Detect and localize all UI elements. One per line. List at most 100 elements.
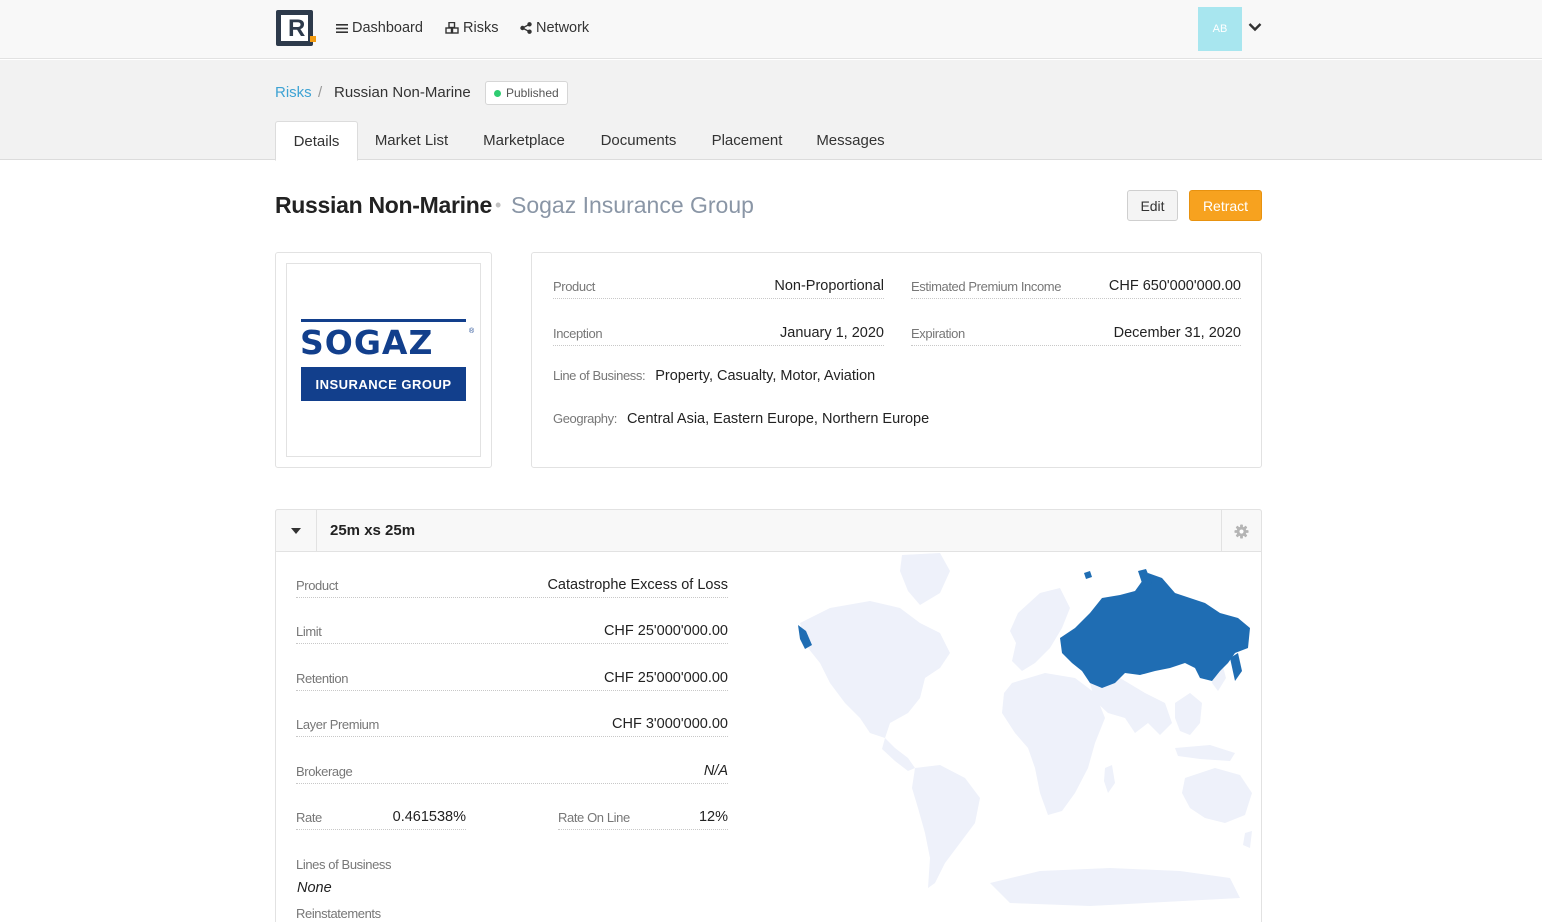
- tab-market-list[interactable]: Market List: [362, 121, 461, 160]
- app-logo-letter: R: [288, 15, 306, 42]
- map-antarctica: [990, 868, 1240, 906]
- layer-rol-value: 12%: [698, 809, 728, 825]
- layer-premium-label: Layer Premium: [296, 717, 379, 732]
- detail-geo-value: Central Asia, Eastern Europe, Northern E…: [626, 411, 930, 427]
- map-madagascar: [1104, 765, 1115, 793]
- layer-reinstatements-label: Reinstatements: [296, 906, 381, 921]
- layer-collapse-toggle[interactable]: [276, 510, 317, 552]
- coverage-world-map: [798, 553, 1252, 906]
- caret-down-icon: [291, 528, 301, 534]
- detail-inception-value: January 1, 2020: [780, 325, 884, 341]
- breadcrumb-risks-link[interactable]: Risks: [275, 84, 312, 101]
- detail-line-of-business: Line of Business: Property, Casualty, Mo…: [553, 368, 875, 384]
- app-logo[interactable]: R: [276, 10, 316, 46]
- map-australia: [1182, 768, 1252, 823]
- breadcrumb-separator: /: [318, 84, 323, 101]
- layer-brokerage-label: Brokerage: [296, 764, 353, 779]
- layer-brokerage: Brokerage N/A: [296, 760, 728, 784]
- detail-geography: Geography: Central Asia, Eastern Europe,…: [553, 411, 929, 427]
- app-logo-accent: [310, 36, 316, 42]
- gear-icon: [1234, 523, 1249, 539]
- map-north-america: [800, 601, 950, 738]
- nav-risks[interactable]: Risks: [445, 20, 498, 36]
- layer-product-value: Catastrophe Excess of Loss: [547, 577, 728, 593]
- nav-dashboard[interactable]: Dashboard: [336, 20, 423, 36]
- retract-button[interactable]: Retract: [1189, 190, 1262, 221]
- detail-lob-label: Line of Business:: [553, 368, 646, 383]
- page-title: Russian Non-Marine: [275, 192, 492, 218]
- layer-settings-button[interactable]: [1221, 510, 1261, 552]
- map-arctic-islands: [1084, 571, 1092, 579]
- layer-rate-label: Rate: [296, 810, 322, 825]
- map-kamchatka: [1230, 653, 1242, 681]
- map-africa: [1002, 673, 1105, 815]
- cubes-icon: [445, 22, 459, 34]
- layer-rol-label: Rate On Line: [558, 810, 630, 825]
- status-dot-icon: [494, 89, 501, 97]
- title-separator: •: [495, 195, 502, 215]
- layer-rate-on-line: Rate On Line 12%: [558, 806, 728, 830]
- tab-placement[interactable]: Placement: [700, 121, 794, 160]
- layer-product: Product Catastrophe Excess of Loss: [296, 574, 728, 598]
- status-badge-label: Published: [506, 86, 559, 100]
- nav-network[interactable]: Network: [520, 20, 589, 36]
- share-icon: [520, 22, 532, 34]
- map-greenland: [900, 553, 950, 605]
- tab-details[interactable]: Details: [275, 121, 358, 161]
- nav-dashboard-label: Dashboard: [352, 20, 423, 36]
- layer-retention: Retention CHF 25'000'000.00: [296, 667, 728, 691]
- tab-messages[interactable]: Messages: [806, 121, 895, 160]
- layer-rate: Rate 0.461538%: [296, 806, 466, 830]
- layer-premium-value: CHF 3'000'000.00: [612, 716, 728, 732]
- layer-limit-value: CHF 25'000'000.00: [603, 623, 728, 639]
- detail-epi-label: Estimated Premium Income: [911, 279, 1062, 294]
- detail-product: Product Non-Proportional: [553, 275, 884, 299]
- layer-product-label: Product: [296, 578, 339, 593]
- cedent-name: Sogaz Insurance Group: [511, 192, 754, 218]
- detail-product-label: Product: [553, 279, 596, 294]
- chevron-down-icon[interactable]: [1248, 22, 1262, 32]
- detail-epi: Estimated Premium Income CHF 650'000'000…: [911, 275, 1241, 299]
- detail-lob-value: Property, Casualty, Motor, Aviation: [655, 368, 876, 384]
- map-europe: [1010, 588, 1070, 671]
- layer-premium: Layer Premium CHF 3'000'000.00: [296, 713, 728, 737]
- nav-network-label: Network: [536, 20, 590, 36]
- sogaz-logo-rule: [301, 319, 466, 322]
- sogaz-logo-wordmark: SOGAZ: [300, 323, 434, 362]
- detail-geo-label: Geography:: [553, 411, 617, 426]
- layer-lines-value: None: [297, 880, 332, 896]
- tab-marketplace[interactable]: Marketplace: [470, 121, 578, 160]
- top-navbar: [0, 0, 1542, 59]
- detail-expiration-label: Expiration: [911, 326, 965, 341]
- map-central-america: [882, 738, 915, 771]
- layer-retention-label: Retention: [296, 671, 349, 686]
- menu-icon: [336, 23, 348, 33]
- layer-limit: Limit CHF 25'000'000.00: [296, 620, 728, 644]
- sogaz-logo-tagline: INSURANCE GROUP: [301, 367, 466, 401]
- map-south-america: [912, 765, 980, 888]
- layer-retention-value: CHF 25'000'000.00: [603, 670, 728, 686]
- detail-inception: Inception January 1, 2020: [553, 322, 884, 346]
- edit-button[interactable]: Edit: [1127, 190, 1178, 221]
- layer-panel-header: [275, 509, 1262, 552]
- map-southeast-asia: [1175, 693, 1202, 735]
- layer-rate-value: 0.461538%: [392, 809, 466, 825]
- sogaz-logo-registered-mark: ®: [469, 328, 475, 335]
- detail-epi-value: CHF 650'000'000.00: [1108, 278, 1241, 294]
- nav-risks-label: Risks: [463, 20, 499, 36]
- tab-documents[interactable]: Documents: [588, 121, 689, 160]
- user-avatar[interactable]: AB: [1198, 7, 1242, 51]
- avatar-initials: AB: [1212, 23, 1228, 35]
- layer-title: 25m xs 25m: [330, 522, 416, 539]
- detail-inception-label: Inception: [553, 326, 603, 341]
- layer-brokerage-value: N/A: [703, 763, 728, 779]
- breadcrumb-current: Russian Non-Marine: [334, 84, 471, 101]
- layer-limit-label: Limit: [296, 624, 322, 639]
- app-logo-mark: R: [281, 15, 308, 41]
- map-new-zealand: [1243, 831, 1252, 848]
- status-badge: Published: [485, 81, 568, 105]
- layer-lines-label: Lines of Business: [296, 857, 392, 872]
- detail-expiration-value: December 31, 2020: [1113, 325, 1241, 341]
- map-indonesia: [1175, 745, 1235, 761]
- detail-product-value: Non-Proportional: [774, 278, 884, 294]
